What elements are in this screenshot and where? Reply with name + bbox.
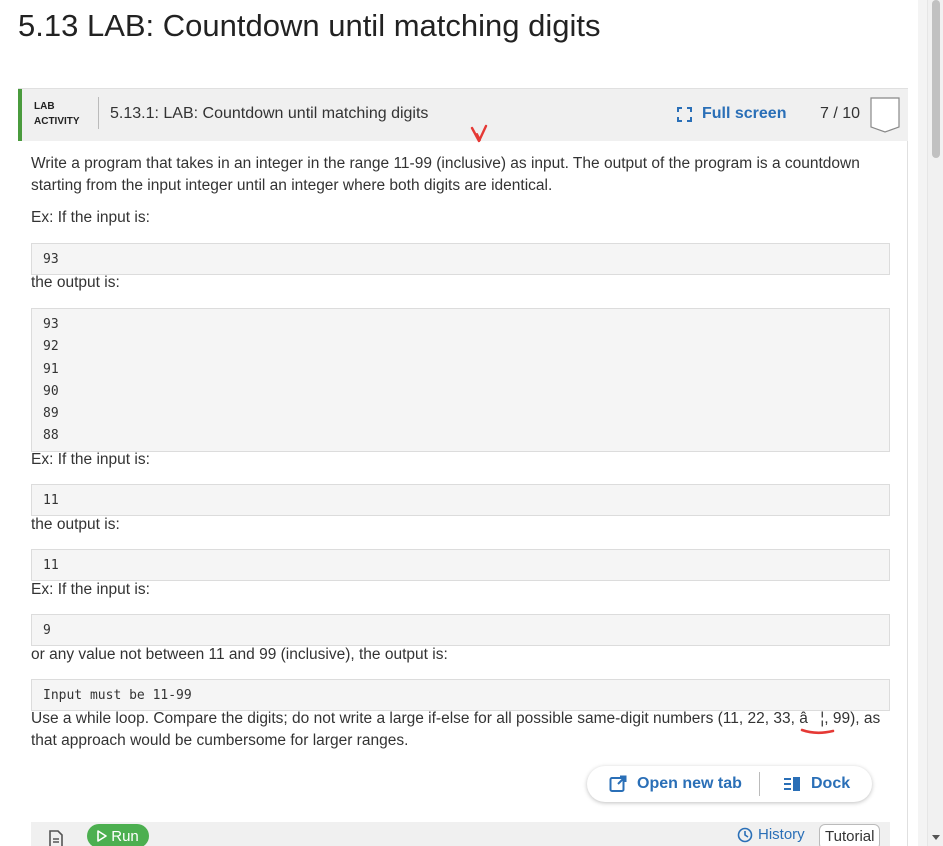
example-1-label: Ex: If the input is: [31,209,150,226]
play-icon [97,830,108,842]
example-3-output: Input must be 11-99 [31,679,890,711]
external-link-icon [609,775,627,792]
tutorial-button[interactable]: Tutorial [819,824,881,846]
open-new-tab-button[interactable]: Open new tab [609,775,742,793]
scroll-down-arrow-icon[interactable] [932,835,940,840]
bottom-toolbar: Run History Tutorial [31,822,890,846]
dock-label: Dock [811,775,851,792]
example-3-input: 9 [31,614,890,646]
code-line: 89 [43,406,59,422]
code-line: 9 [43,623,51,638]
example-1-output: 93 92 91 90 89 88 [31,308,890,452]
example-2-output-label: the output is: [31,516,120,533]
code-line: 90 [43,383,59,399]
run-label: Run [111,827,139,845]
page-title: 5.13 LAB: Countdown until matching digit… [18,8,601,43]
open-new-tab-label: Open new tab [637,775,742,792]
annotation-check-mark-icon [470,124,488,143]
code-line: 93 [43,317,59,332]
code-line: 11 [43,558,59,573]
code-line: 93 [43,252,59,267]
dock-button[interactable]: Dock [783,775,850,793]
note-line-1: Use a while loop. Compare the digits; do… [31,710,881,727]
history-button[interactable]: History [737,826,805,843]
code-line: 11 [43,493,59,508]
code-line: 88 [43,428,59,444]
history-label: History [758,826,805,843]
code-line: Input must be 11-99 [43,688,192,703]
intro-line-2: starting from the input integer until an… [31,177,553,194]
action-pill: Open new tab Dock [587,766,872,802]
note-line-2: that approach would be cumbersome for la… [31,732,409,749]
action-divider [759,772,760,796]
example-3-output-label: or any value not between 11 and 99 (incl… [31,646,448,663]
lab-activity-badge: LAB ACTIVITY [34,99,80,129]
example-2-output: 11 [31,549,890,581]
example-1-input: 93 [31,243,890,275]
progress-count: 7 / 10 [820,105,861,122]
fullscreen-label: Full screen [702,105,787,122]
progress-badge-icon [870,97,900,133]
run-button[interactable]: Run [87,824,149,846]
file-icon[interactable] [48,830,64,846]
code-line: 92 [43,339,59,355]
example-2-input: 11 [31,484,890,516]
lab-activity-card: LAB ACTIVITY 5.13.1: LAB: Countdown unti… [18,88,908,846]
code-line: 91 [43,361,59,377]
fullscreen-button[interactable]: Full screen [677,103,786,125]
lab-header: LAB ACTIVITY 5.13.1: LAB: Countdown unti… [18,89,908,141]
example-3-label: Ex: If the input is: [31,581,150,598]
history-icon [737,827,753,842]
example-1-output-label: the output is: [31,274,120,291]
intro-line-1: Write a program that takes in an integer… [31,155,860,172]
lab-subtitle: 5.13.1: LAB: Countdown until matching di… [110,105,429,122]
annotation-underline-icon [800,728,835,735]
header-divider [98,97,99,129]
page-edge [918,0,927,846]
scrollbar-thumb[interactable] [932,0,940,158]
dock-icon [784,777,800,791]
fullscreen-icon [677,106,692,122]
vertical-scrollbar[interactable] [927,0,943,846]
badge-line-1: LAB [34,101,55,112]
badge-line-2: ACTIVITY [34,116,80,127]
example-2-label: Ex: If the input is: [31,451,150,468]
